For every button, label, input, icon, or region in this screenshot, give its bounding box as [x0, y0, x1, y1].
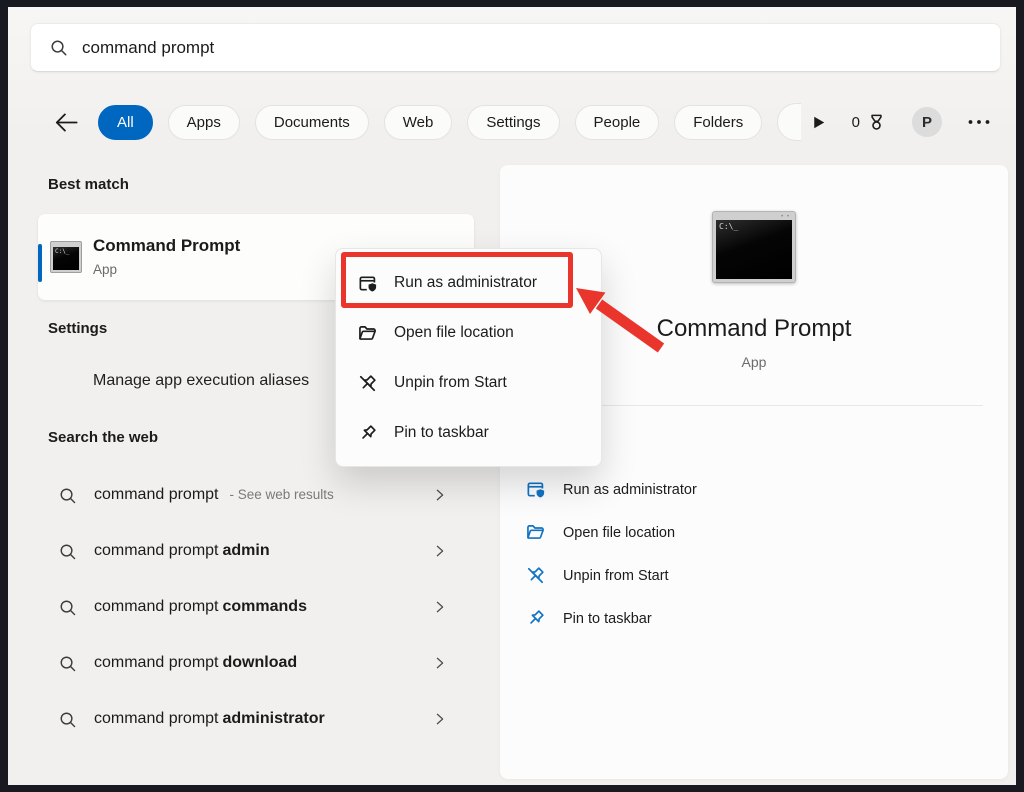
menu-item-label: Pin to taskbar — [394, 424, 489, 442]
tab-web[interactable]: Web — [384, 105, 453, 140]
chevron-right-icon — [433, 600, 447, 614]
context-menu: Run as administrator Open file location … — [335, 248, 602, 467]
action-run-as-administrator[interactable]: Run as administrator — [525, 468, 983, 511]
suggestion-text: command promptcommands — [94, 598, 307, 616]
tab-all[interactable]: All — [98, 105, 153, 140]
search-icon — [58, 598, 77, 617]
menu-item-pin-to-taskbar[interactable]: Pin to taskbar — [336, 408, 601, 458]
search-icon — [49, 38, 68, 57]
search-icon — [58, 654, 77, 673]
settings-result-item[interactable]: Manage app execution aliases — [93, 372, 309, 390]
tab-settings[interactable]: Settings — [467, 105, 559, 140]
action-pin-to-taskbar[interactable]: Pin to taskbar — [525, 597, 983, 640]
rewards-badge[interactable]: 0 — [852, 112, 887, 133]
folder-icon — [357, 323, 378, 344]
action-label: Run as administrator — [563, 482, 697, 498]
search-icon — [58, 542, 77, 561]
web-suggestion-row[interactable]: command promptadministrator — [48, 700, 455, 738]
chevron-right-icon — [433, 544, 447, 558]
command-prompt-icon-large: • • C:\_ — [712, 211, 796, 283]
run-as-admin-icon — [357, 273, 378, 294]
command-prompt-icon: C:\_ — [50, 241, 82, 273]
settings-header: Settings — [48, 320, 107, 337]
web-suggestion-row[interactable]: command promptdownload — [48, 644, 455, 682]
suggestion-suffix: - See web results — [230, 487, 334, 502]
selection-accent-bar — [38, 244, 42, 282]
preview-actions: Run as administrator Open file location … — [500, 468, 1008, 640]
preview-app-title: Command Prompt — [657, 315, 852, 343]
folder-icon — [525, 522, 546, 543]
suggestion-text: command prompt- See web results — [94, 486, 334, 504]
search-bar[interactable]: command prompt — [30, 23, 1001, 72]
action-label: Unpin from Start — [563, 568, 669, 584]
tab-partial[interactable] — [777, 103, 801, 141]
back-arrow-icon[interactable] — [46, 109, 86, 136]
chevron-right-icon — [433, 712, 447, 726]
action-label: Open file location — [563, 525, 675, 541]
web-suggestion-row[interactable]: command promptcommands — [48, 588, 455, 626]
suggestion-text: command promptadmin — [94, 542, 270, 560]
tab-people[interactable]: People — [575, 105, 660, 140]
suggestion-text: command promptdownload — [94, 654, 297, 672]
menu-item-unpin-from-start[interactable]: Unpin from Start — [336, 358, 601, 408]
filter-pills: All Apps Documents Web Settings People F… — [98, 103, 801, 141]
unpin-icon — [357, 373, 378, 394]
tab-apps[interactable]: Apps — [168, 105, 240, 140]
user-avatar[interactable]: P — [912, 107, 942, 137]
web-suggestion-row[interactable]: command prompt- See web results — [48, 476, 455, 514]
scroll-right-icon[interactable] — [810, 114, 827, 131]
preview-app-subtitle: App — [742, 354, 767, 370]
pin-icon — [357, 423, 378, 444]
tab-documents[interactable]: Documents — [255, 105, 369, 140]
best-match-subtitle: App — [93, 262, 117, 277]
pin-icon — [525, 608, 546, 629]
search-input[interactable]: command prompt — [82, 38, 214, 58]
filter-tab-row: All Apps Documents Web Settings People F… — [30, 100, 1001, 144]
action-unpin-from-start[interactable]: Unpin from Start — [525, 554, 983, 597]
avatar-initial: P — [922, 114, 932, 131]
tab-row-right-cluster: 0 P — [810, 100, 991, 144]
suggestion-text: command promptadministrator — [94, 710, 325, 728]
run-as-admin-icon — [525, 479, 546, 500]
menu-item-label: Run as administrator — [394, 274, 537, 292]
best-match-title: Command Prompt — [93, 236, 240, 256]
best-match-header: Best match — [48, 176, 129, 193]
rewards-count: 0 — [852, 114, 860, 131]
menu-item-run-as-administrator[interactable]: Run as administrator — [336, 258, 601, 308]
chevron-right-icon — [433, 656, 447, 670]
search-window: command prompt All Apps Documents Web Se… — [0, 0, 1024, 792]
web-suggestion-row[interactable]: command promptadmin — [48, 532, 455, 570]
chevron-right-icon — [433, 488, 447, 502]
menu-item-label: Unpin from Start — [394, 374, 507, 392]
more-options-icon[interactable] — [967, 118, 991, 126]
search-icon — [58, 710, 77, 729]
tab-folders[interactable]: Folders — [674, 105, 762, 140]
menu-item-open-file-location[interactable]: Open file location — [336, 308, 601, 358]
search-icon — [58, 486, 77, 505]
action-open-file-location[interactable]: Open file location — [525, 511, 983, 554]
search-web-header: Search the web — [48, 429, 158, 446]
rewards-medal-icon — [866, 112, 887, 133]
unpin-icon — [525, 565, 546, 586]
menu-item-label: Open file location — [394, 324, 514, 342]
action-label: Pin to taskbar — [563, 611, 652, 627]
